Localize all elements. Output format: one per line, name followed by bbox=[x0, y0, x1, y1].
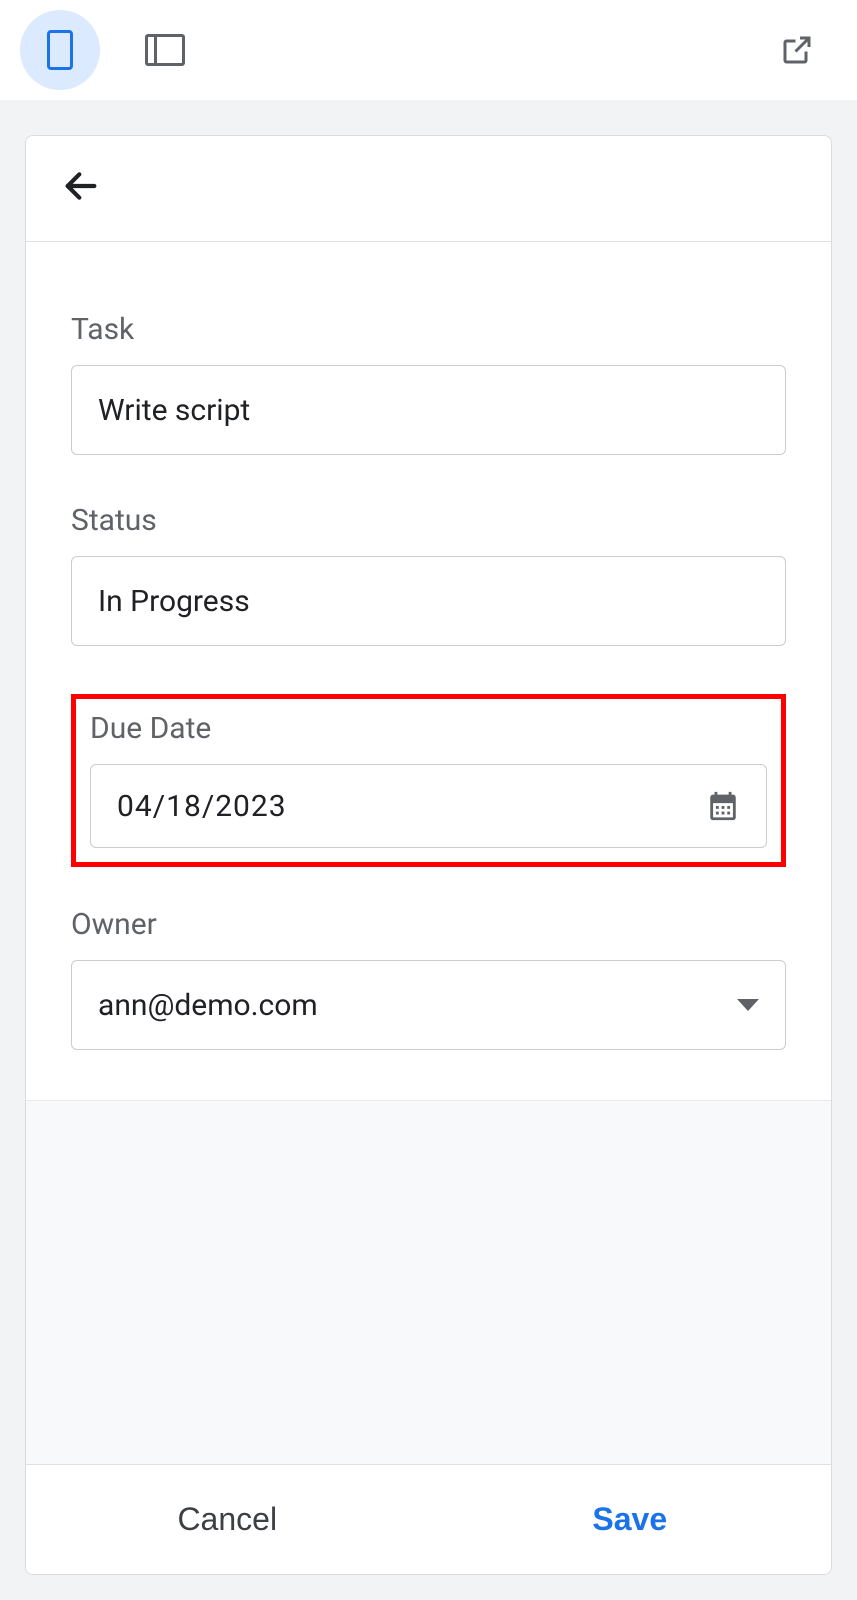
due-date-label: Due Date bbox=[90, 711, 767, 746]
preview-content-area: Task Write script Status In Progress Due… bbox=[0, 100, 857, 1600]
cancel-button[interactable]: Cancel bbox=[26, 1465, 429, 1574]
owner-value: ann@demo.com bbox=[98, 988, 318, 1023]
mobile-view-button[interactable] bbox=[20, 10, 100, 90]
form-body: Task Write script Status In Progress Due… bbox=[26, 242, 831, 1100]
tablet-icon bbox=[145, 34, 185, 66]
status-field-group: Status In Progress bbox=[71, 503, 786, 646]
status-input[interactable]: In Progress bbox=[71, 556, 786, 646]
phone-icon bbox=[47, 30, 73, 70]
due-date-highlight: Due Date 04/18/2023 bbox=[71, 694, 786, 867]
task-input[interactable]: Write script bbox=[71, 365, 786, 455]
status-value: In Progress bbox=[98, 584, 250, 619]
back-button[interactable] bbox=[61, 166, 101, 206]
owner-select[interactable]: ann@demo.com bbox=[71, 960, 786, 1050]
tablet-view-button[interactable] bbox=[125, 10, 205, 90]
device-preview-frame: Task Write script Status In Progress Due… bbox=[25, 135, 832, 1575]
form-footer: Cancel Save bbox=[26, 1464, 831, 1574]
due-date-value: 04/18/2023 bbox=[117, 789, 287, 824]
status-label: Status bbox=[71, 503, 786, 538]
form-header bbox=[26, 136, 831, 242]
save-button[interactable]: Save bbox=[429, 1465, 832, 1574]
owner-label: Owner bbox=[71, 907, 786, 942]
preview-toolbar bbox=[0, 0, 857, 100]
chevron-down-icon bbox=[737, 999, 759, 1011]
open-external-icon bbox=[779, 32, 815, 68]
calendar-icon[interactable] bbox=[706, 789, 740, 823]
owner-field-group: Owner ann@demo.com bbox=[71, 907, 786, 1050]
toolbar-left-group bbox=[20, 10, 205, 90]
task-field-group: Task Write script bbox=[71, 312, 786, 455]
task-value: Write script bbox=[98, 393, 250, 428]
open-external-button[interactable] bbox=[757, 10, 837, 90]
form-spacer bbox=[26, 1100, 831, 1464]
task-label: Task bbox=[71, 312, 786, 347]
due-date-input[interactable]: 04/18/2023 bbox=[90, 764, 767, 848]
